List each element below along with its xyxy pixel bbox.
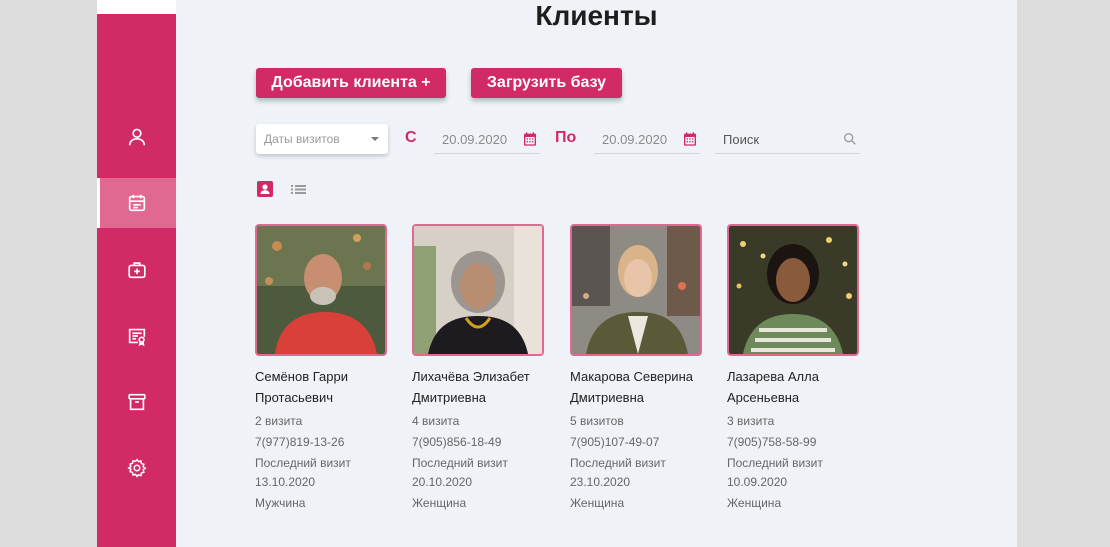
client-photo[interactable] (727, 224, 859, 356)
date-to-label: По (555, 129, 577, 146)
date-to-value: 20.09.2020 (602, 132, 668, 147)
client-name-second-line[interactable]: Дмитриевна (570, 387, 702, 408)
client-visits: 4 визита (412, 414, 460, 428)
client-photo-image (572, 226, 700, 354)
date-from-value: 20.09.2020 (442, 132, 508, 147)
client-name[interactable]: Семёнов Гарри (255, 366, 387, 387)
visit-dates-select-value: Даты визитов (264, 132, 340, 146)
main-content: Клиенты Добавить клиента + Загрузить баз… (176, 0, 1017, 547)
client-gender: Женщина (727, 496, 782, 510)
client-name[interactable]: Лазарева Алла (727, 366, 859, 387)
card-view-icon[interactable] (256, 181, 274, 197)
client-card[interactable]: Лихачёва Элизабет Дмитриевна 4 визита 7(… (412, 224, 544, 511)
client-card[interactable]: Лазарева Алла Арсеньевна 3 визита 7(905)… (727, 224, 859, 511)
client-last-visit-label: Последний визит (412, 456, 508, 470)
client-photo[interactable] (255, 224, 387, 356)
client-name-second-line[interactable]: Дмитриевна (412, 387, 544, 408)
client-photo-image (729, 226, 857, 354)
client-visits: 2 визита (255, 414, 303, 428)
sidebar-item-calendar[interactable] (97, 178, 176, 228)
client-phone: 7(905)107-49-07 (570, 435, 660, 449)
sidebar-item-services[interactable] (97, 245, 176, 295)
client-name-second-line[interactable]: Арсеньевна (727, 387, 859, 408)
calendar-icon[interactable] (682, 131, 698, 147)
sidebar-item-archive[interactable] (97, 377, 176, 427)
visit-dates-select[interactable]: Даты визитов (256, 124, 388, 154)
client-last-visit-date: 10.09.2020 (727, 475, 788, 489)
search-icon[interactable] (842, 131, 858, 147)
client-name[interactable]: Макарова Северина (570, 366, 702, 387)
client-photo[interactable] (412, 224, 544, 356)
calendar-icon (128, 194, 145, 212)
client-gender: Женщина (412, 496, 467, 510)
client-photo[interactable] (570, 224, 702, 356)
client-visits: 5 визитов (570, 414, 624, 428)
gear-icon (126, 458, 147, 478)
search-input[interactable]: Поиск (715, 126, 860, 154)
chevron-down-icon (371, 137, 379, 141)
client-name-second-line[interactable]: Протасьевич (255, 387, 387, 408)
sidebar (97, 0, 176, 547)
client-last-visit-label: Последний визит (255, 456, 351, 470)
client-last-visit-date: 13.10.2020 (255, 475, 316, 489)
medical-kit-icon (127, 262, 146, 279)
client-last-visit-label: Последний визит (570, 456, 666, 470)
client-phone: 7(905)856-18-49 (412, 435, 502, 449)
client-name[interactable]: Лихачёва Элизабет (412, 366, 544, 387)
page-title: Клиенты (535, 0, 658, 31)
client-last-visit-date: 23.10.2020 (570, 475, 631, 489)
client-photo-image (257, 226, 385, 354)
client-card[interactable]: Семёнов Гарри Протасьевич 2 визита 7(977… (255, 224, 387, 511)
client-card[interactable]: Макарова Северина Дмитриевна 5 визитов 7… (570, 224, 702, 511)
sidebar-item-settings[interactable] (97, 443, 176, 493)
archive-icon (127, 393, 146, 411)
certificate-icon (128, 328, 145, 347)
sidebar-item-profile[interactable] (97, 112, 176, 162)
user-icon (128, 128, 145, 146)
client-visits: 3 визита (727, 414, 775, 428)
list-view-icon[interactable] (290, 181, 308, 197)
client-gender: Мужчина (255, 496, 306, 510)
client-last-visit-date: 20.10.2020 (412, 475, 473, 489)
add-client-button[interactable]: Добавить клиента + (256, 68, 446, 98)
date-to-field[interactable]: 20.09.2020 (594, 126, 700, 154)
date-from-label: С (405, 129, 417, 146)
search-placeholder: Поиск (723, 132, 760, 147)
client-phone: 7(977)819-13-26 (255, 435, 345, 449)
date-from-field[interactable]: 20.09.2020 (434, 126, 540, 154)
client-gender: Женщина (570, 496, 625, 510)
upload-base-button[interactable]: Загрузить базу (471, 68, 622, 98)
calendar-icon[interactable] (522, 131, 538, 147)
client-photo-image (414, 226, 542, 354)
client-phone: 7(905)758-58-99 (727, 435, 817, 449)
sidebar-item-certificates[interactable] (97, 311, 176, 361)
client-last-visit-label: Последний визит (727, 456, 823, 470)
sidebar-top-strip (97, 0, 176, 14)
